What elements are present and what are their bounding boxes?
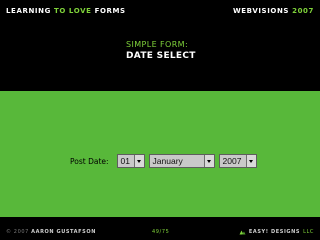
chevron-down-icon[interactable] [245, 155, 256, 167]
slide-title: DATE SELECT [126, 51, 196, 61]
post-date-label: Post Date: [70, 156, 109, 166]
month-select[interactable]: January [148, 154, 215, 168]
chevron-down-icon[interactable] [133, 155, 144, 167]
title-word-forms: FORMS [94, 7, 126, 15]
title-words-to-love: TO LOVE [53, 7, 92, 15]
event-year: 2007 [292, 7, 314, 15]
chevron-down-icon[interactable] [203, 155, 214, 167]
month-select-value: January [152, 156, 183, 166]
slide-heading: SIMPLE FORM: DATE SELECT [126, 40, 196, 61]
brand-name: EASY! DESIGNS [248, 229, 301, 235]
footer-bar: © 2007 AARON GUSTAFSON 49/75 EASY! DESIG… [0, 224, 320, 240]
day-select[interactable]: 01 [116, 154, 145, 168]
copyright-year: © 2007 [6, 229, 29, 235]
brand-suffix: LLC [303, 229, 314, 235]
author-name: AARON GUSTAFSON [31, 229, 96, 235]
copyright: © 2007 AARON GUSTAFSON [6, 229, 96, 235]
example-panel: Post Date: 01 January 2007 [0, 91, 320, 217]
post-date-row: Post Date: 01 January 2007 [70, 154, 261, 168]
title-word-learning: LEARNING [6, 7, 51, 15]
slide-number: 49/75 [152, 229, 170, 235]
event-name: WEBVISIONS [232, 7, 290, 15]
year-select[interactable]: 2007 [218, 154, 257, 168]
event-title: WEBVISIONS 2007 [233, 7, 314, 15]
presentation-title: LEARNING TO LOVE FORMS [6, 7, 126, 15]
day-select-value: 01 [120, 156, 130, 166]
brand: EASY! DESIGNS LLC [239, 229, 314, 235]
year-select-value: 2007 [222, 156, 242, 166]
easy-designs-logo-icon [239, 230, 246, 234]
header-bar: LEARNING TO LOVE FORMS WEBVISIONS 2007 [0, 0, 320, 22]
slide-subtitle: SIMPLE FORM: [126, 40, 189, 49]
